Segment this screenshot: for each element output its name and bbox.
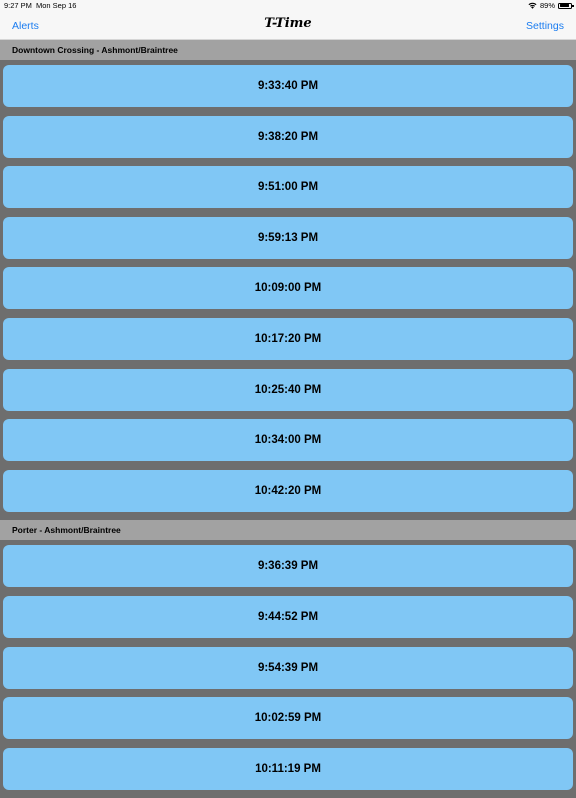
time-row[interactable]: 9:44:52 PM — [3, 595, 573, 638]
battery-fill — [559, 4, 570, 7]
time-row[interactable]: 10:02:59 PM — [3, 697, 573, 740]
time-row[interactable]: 9:54:39 PM — [3, 646, 573, 689]
time-row[interactable]: 10:11:19 PM — [3, 747, 573, 790]
time-row[interactable]: 9:33:40 PM — [3, 65, 573, 107]
time-list: 9:36:39 PM 9:44:52 PM 9:54:39 PM 10:02:5… — [0, 540, 576, 790]
section-header: Porter - Ashmont/Braintree — [0, 520, 576, 541]
section-header: Downtown Crossing - Ashmont/Braintree — [0, 40, 576, 60]
time-row[interactable]: 10:17:20 PM — [3, 317, 573, 360]
time-row[interactable]: 9:51:00 PM — [3, 166, 573, 209]
time-row[interactable]: 10:34:00 PM — [3, 419, 573, 462]
time-row[interactable]: 10:42:20 PM — [3, 469, 573, 512]
status-time: 9:27 PM — [4, 1, 32, 10]
time-row[interactable]: 9:59:13 PM — [3, 216, 573, 259]
wifi-icon — [528, 2, 537, 9]
time-row[interactable]: 9:36:39 PM — [3, 545, 573, 588]
schedule-list[interactable]: Downtown Crossing - Ashmont/Braintree 9:… — [0, 40, 576, 798]
time-row[interactable]: 10:09:00 PM — [3, 267, 573, 310]
time-row[interactable]: 10:25:40 PM — [3, 368, 573, 411]
status-bar: 9:27 PM Mon Sep 16 89% — [0, 0, 576, 12]
time-row[interactable]: 9:38:20 PM — [3, 115, 573, 158]
time-list: 9:33:40 PM 9:38:20 PM 9:51:00 PM 9:59:13… — [0, 60, 576, 512]
battery-percent: 89% — [539, 1, 555, 10]
page-title: T-Time — [264, 16, 312, 31]
status-indicators: 89% — [528, 1, 574, 10]
section-porter: Porter - Ashmont/Braintree 9:36:39 PM 9:… — [0, 520, 576, 790]
navigation-bar: Alerts T-Time Settings — [0, 12, 576, 40]
settings-button[interactable]: Settings — [526, 20, 564, 32]
section-downtown-crossing: Downtown Crossing - Ashmont/Braintree 9:… — [0, 40, 576, 512]
status-date: Mon Sep 16 — [36, 1, 77, 10]
battery-icon — [558, 2, 574, 9]
